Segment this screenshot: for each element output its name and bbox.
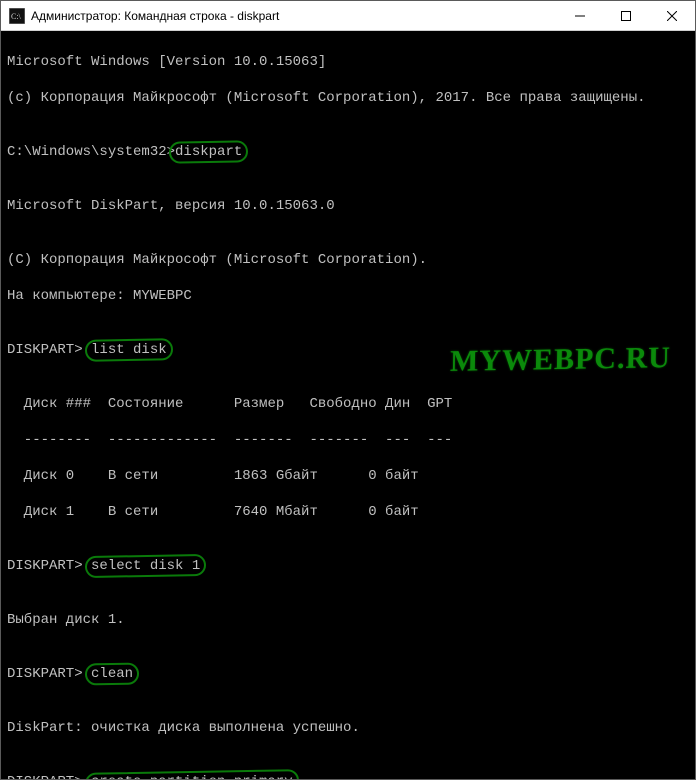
close-button[interactable] xyxy=(649,1,695,30)
cmd-select-disk: select disk 1 xyxy=(91,558,200,574)
output-line: Microsoft Windows [Version 10.0.15063] xyxy=(7,53,689,71)
output-line: (c) Корпорация Майкрософт (Microsoft Cor… xyxy=(7,89,689,107)
table-row: Диск 0 В сети 1863 Gбайт 0 байт xyxy=(7,467,689,485)
terminal-output[interactable]: Microsoft Windows [Version 10.0.15063] (… xyxy=(1,31,695,779)
cmd-list-disk: list disk xyxy=(91,342,167,358)
prompt: DISKPART> xyxy=(7,666,91,682)
prompt-line: C:\Windows\system32>diskpart xyxy=(7,143,689,161)
minimize-button[interactable] xyxy=(557,1,603,30)
table-header: Диск ### Состояние Размер Свободно Дин G… xyxy=(7,395,689,413)
titlebar: C:\ Администратор: Командная строка - di… xyxy=(1,1,695,31)
maximize-button[interactable] xyxy=(603,1,649,30)
cmd-window: C:\ Администратор: Командная строка - di… xyxy=(0,0,696,780)
prompt-line: DISKPART> select disk 1 xyxy=(7,557,689,575)
prompt-line: DISKPART> create partition primary xyxy=(7,773,689,779)
table-divider: -------- ------------- ------- ------- -… xyxy=(7,431,689,449)
output-line: На компьютере: MYWEBPC xyxy=(7,287,689,305)
output-line: DiskPart: очистка диска выполнена успешн… xyxy=(7,719,689,737)
prompt-line: DISKPART> list disk xyxy=(7,341,689,359)
window-controls xyxy=(557,1,695,30)
prompt: C:\Windows\system32> xyxy=(7,144,175,160)
prompt: DISKPART> xyxy=(7,774,91,779)
prompt: DISKPART> xyxy=(7,558,91,574)
prompt: DISKPART> xyxy=(7,342,91,358)
cmd-diskpart: diskpart xyxy=(175,144,242,160)
cmd-clean: clean xyxy=(91,666,133,682)
output-line: Выбран диск 1. xyxy=(7,611,689,629)
table-row: Диск 1 В сети 7640 Mбайт 0 байт xyxy=(7,503,689,521)
cmd-icon: C:\ xyxy=(9,8,25,24)
svg-text:C:\: C:\ xyxy=(11,12,22,21)
window-title: Администратор: Командная строка - diskpa… xyxy=(31,9,557,23)
output-line: (C) Корпорация Майкрософт (Microsoft Cor… xyxy=(7,251,689,269)
prompt-line: DISKPART> clean xyxy=(7,665,689,683)
cmd-create-partition: create partition primary xyxy=(91,774,293,779)
output-line: Microsoft DiskPart, версия 10.0.15063.0 xyxy=(7,197,689,215)
